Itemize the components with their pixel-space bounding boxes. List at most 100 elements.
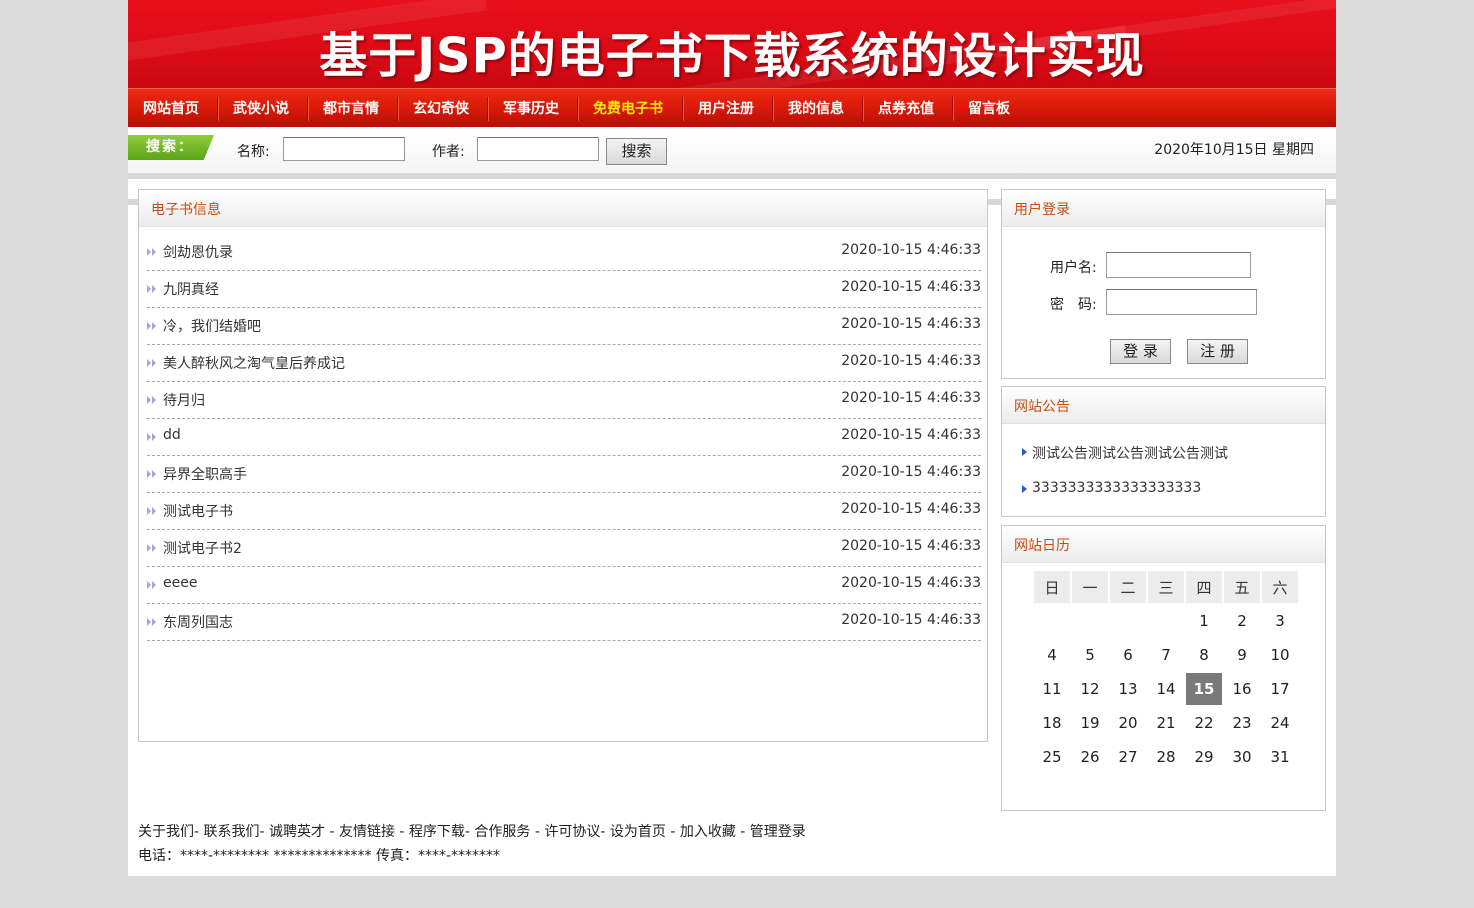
calendar-weekday: 日	[1034, 571, 1070, 603]
current-date: 2020年10月15日 星期四	[1154, 142, 1314, 158]
double-chevron-icon	[147, 396, 156, 404]
nav-item-military[interactable]: 军事历史	[503, 89, 559, 127]
calendar-day[interactable]: 25	[1034, 741, 1070, 773]
calendar-day	[1072, 605, 1108, 637]
ebook-title[interactable]: 剑劫恩仇录	[163, 242, 233, 262]
notice-panel-title: 网站公告	[1014, 399, 1070, 415]
nav-item-romance[interactable]: 都市言情	[323, 89, 379, 127]
calendar-day[interactable]: 17	[1262, 673, 1298, 705]
calendar-weekday: 四	[1186, 571, 1222, 603]
site-banner: 基于JSP的电子书下载系统的设计实现	[128, 0, 1336, 88]
calendar-day[interactable]: 18	[1034, 707, 1070, 739]
calendar-day[interactable]: 19	[1072, 707, 1108, 739]
double-chevron-icon	[147, 618, 156, 626]
nav-item-wuxia[interactable]: 武侠小说	[233, 89, 289, 127]
double-chevron-icon	[147, 285, 156, 293]
ebook-row[interactable]: 美人醉秋风之淘气皇后养成记 2020-10-15 4:46:33	[147, 345, 981, 382]
notice-panel: 网站公告 测试公告测试公告测试公告测试 3333333333333333333	[1001, 386, 1326, 517]
ebook-time: 2020-10-15 4:46:33	[841, 390, 981, 406]
nav-item-recharge[interactable]: 点券充值	[878, 89, 934, 127]
ebook-title[interactable]: 测试电子书2	[163, 538, 242, 558]
footer-links[interactable]: 关于我们- 联系我们- 诚聘英才 - 友情链接 - 程序下载- 合作服务 - 许…	[138, 821, 806, 841]
calendar-day[interactable]: 20	[1110, 707, 1146, 739]
ebook-title[interactable]: dd	[163, 427, 181, 443]
password-input[interactable]	[1106, 289, 1257, 315]
calendar-day[interactable]: 15	[1186, 673, 1222, 705]
calendar-day[interactable]: 13	[1110, 673, 1146, 705]
calendar-day[interactable]: 12	[1072, 673, 1108, 705]
calendar-day[interactable]: 5	[1072, 639, 1108, 671]
ebook-row[interactable]: 测试电子书 2020-10-15 4:46:33	[147, 493, 981, 530]
login-panel-title: 用户登录	[1014, 202, 1070, 218]
notice-item[interactable]: 3333333333333333333	[1022, 480, 1201, 496]
calendar-day[interactable]: 3	[1262, 605, 1298, 637]
ebook-time: 2020-10-15 4:46:33	[841, 501, 981, 517]
calendar-day[interactable]: 9	[1224, 639, 1260, 671]
calendar-day[interactable]: 31	[1262, 741, 1298, 773]
name-label: 名称:	[237, 144, 270, 160]
nav-item-fantasy[interactable]: 玄幻奇侠	[413, 89, 469, 127]
calendar-day[interactable]: 29	[1186, 741, 1222, 773]
ebook-time: 2020-10-15 4:46:33	[841, 538, 981, 554]
nav-item-free-ebooks[interactable]: 免费电子书	[593, 89, 663, 127]
calendar-day[interactable]: 22	[1186, 707, 1222, 739]
ebook-title[interactable]: 测试电子书	[163, 501, 233, 521]
ebook-row[interactable]: 九阴真经 2020-10-15 4:46:33	[147, 271, 981, 308]
ebook-time: 2020-10-15 4:46:33	[841, 316, 981, 332]
author-input[interactable]	[477, 137, 599, 161]
calendar-day[interactable]: 24	[1262, 707, 1298, 739]
ebook-title[interactable]: 异界全职高手	[163, 464, 247, 484]
calendar-day[interactable]: 28	[1148, 741, 1184, 773]
nav-item-guestbook[interactable]: 留言板	[968, 89, 1010, 127]
double-chevron-icon	[147, 581, 156, 589]
ebook-row[interactable]: 剑劫恩仇录 2020-10-15 4:46:33	[147, 234, 981, 271]
ebook-title[interactable]: 美人醉秋风之淘气皇后养成记	[163, 353, 345, 373]
ebook-time: 2020-10-15 4:46:33	[841, 279, 981, 295]
calendar-day[interactable]: 11	[1034, 673, 1070, 705]
double-chevron-icon	[147, 507, 156, 515]
notice-item[interactable]: 测试公告测试公告测试公告测试	[1022, 443, 1228, 463]
double-chevron-icon	[147, 322, 156, 330]
ebook-time: 2020-10-15 4:46:33	[841, 427, 981, 443]
nav-item-register[interactable]: 用户注册	[698, 89, 754, 127]
calendar-day[interactable]: 7	[1148, 639, 1184, 671]
ebook-row[interactable]: 测试电子书2 2020-10-15 4:46:33	[147, 530, 981, 567]
calendar-day[interactable]: 1	[1186, 605, 1222, 637]
calendar-weekday: 六	[1262, 571, 1298, 603]
calendar-day[interactable]: 8	[1186, 639, 1222, 671]
ebook-row[interactable]: 东周列国志 2020-10-15 4:46:33	[147, 604, 981, 641]
nav-item-home[interactable]: 网站首页	[143, 89, 199, 127]
ebook-title[interactable]: 冷，我们结婚吧	[163, 316, 261, 336]
ebook-row[interactable]: 待月归 2020-10-15 4:46:33	[147, 382, 981, 419]
ebook-title[interactable]: 东周列国志	[163, 612, 233, 632]
calendar-day[interactable]: 14	[1148, 673, 1184, 705]
calendar-day[interactable]: 21	[1148, 707, 1184, 739]
calendar-day	[1034, 605, 1070, 637]
ebook-time: 2020-10-15 4:46:33	[841, 612, 981, 628]
login-button[interactable]: 登 录	[1110, 339, 1171, 364]
username-input[interactable]	[1106, 252, 1251, 278]
calendar-day[interactable]: 23	[1224, 707, 1260, 739]
ebook-title[interactable]: 待月归	[163, 390, 205, 410]
ebook-title[interactable]: 九阴真经	[163, 279, 219, 299]
calendar-day[interactable]: 30	[1224, 741, 1260, 773]
page: 基于JSP的电子书下载系统的设计实现 网站首页 武侠小说 都市言情 玄幻奇侠 军…	[128, 0, 1336, 876]
nav-item-my-info[interactable]: 我的信息	[788, 89, 844, 127]
calendar-day[interactable]: 26	[1072, 741, 1108, 773]
ebook-row[interactable]: 冷，我们结婚吧 2020-10-15 4:46:33	[147, 308, 981, 345]
search-button[interactable]: 搜索	[606, 138, 667, 165]
calendar-day[interactable]: 16	[1224, 673, 1260, 705]
calendar-weekday: 一	[1072, 571, 1108, 603]
calendar-day[interactable]: 6	[1110, 639, 1146, 671]
calendar-day[interactable]: 2	[1224, 605, 1260, 637]
ebook-title[interactable]: eeee	[163, 575, 197, 591]
ebook-time: 2020-10-15 4:46:33	[841, 242, 981, 258]
ebook-row[interactable]: 异界全职高手 2020-10-15 4:46:33	[147, 456, 981, 493]
ebook-row[interactable]: dd 2020-10-15 4:46:33	[147, 419, 981, 456]
calendar-day[interactable]: 27	[1110, 741, 1146, 773]
ebook-row[interactable]: eeee 2020-10-15 4:46:33	[147, 567, 981, 604]
book-name-input[interactable]	[283, 137, 405, 161]
calendar-day[interactable]: 4	[1034, 639, 1070, 671]
register-button[interactable]: 注 册	[1187, 339, 1248, 364]
calendar-day[interactable]: 10	[1262, 639, 1298, 671]
